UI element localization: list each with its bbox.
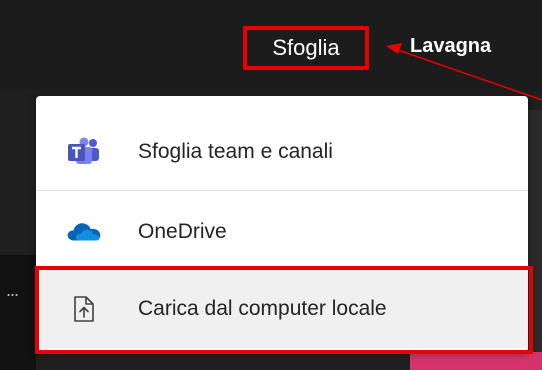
menu-divider — [36, 190, 528, 191]
menu-item-label: OneDrive — [138, 220, 227, 243]
sfoglia-button[interactable]: Sfoglia — [243, 26, 369, 70]
onedrive-icon — [66, 214, 102, 250]
lavagna-button[interactable]: Lavagna — [410, 32, 491, 60]
menu-item-label: Sfoglia team e canali — [138, 140, 333, 163]
menu-item-onedrive[interactable]: OneDrive — [36, 194, 528, 270]
background-panel-left — [0, 255, 36, 370]
highlight-box-upload — [35, 266, 533, 354]
teams-icon — [66, 134, 102, 170]
screenshot-stage: Sfoglia Lavagna ... Sfoglia team e canal… — [0, 0, 542, 370]
sfoglia-label: Sfoglia — [272, 35, 340, 60]
background-accent-bar — [410, 352, 542, 370]
more-options-icon[interactable]: ... — [6, 280, 19, 301]
menu-item-browse-teams[interactable]: Sfoglia team e canali — [36, 114, 528, 190]
